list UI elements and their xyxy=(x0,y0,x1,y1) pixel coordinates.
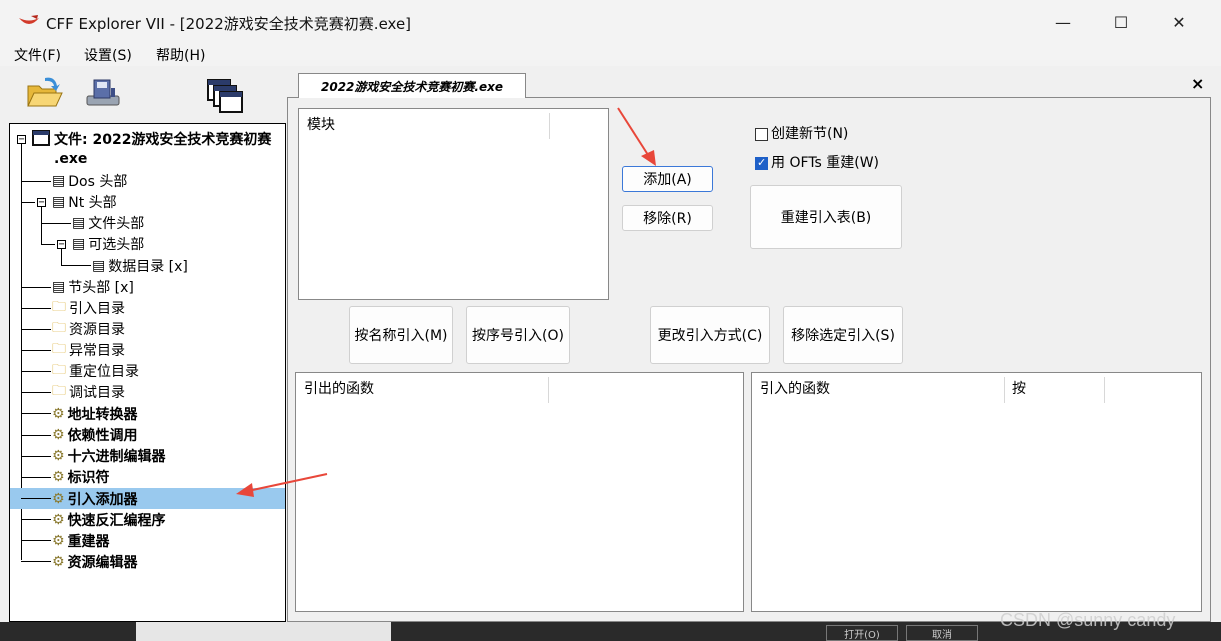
watermark: CSDN @sunny candy xyxy=(1000,610,1176,630)
annotation-arrows xyxy=(236,107,656,497)
background-cancel-button: 取消 xyxy=(906,625,978,641)
background-open-button: 打开(O) xyxy=(826,625,898,641)
